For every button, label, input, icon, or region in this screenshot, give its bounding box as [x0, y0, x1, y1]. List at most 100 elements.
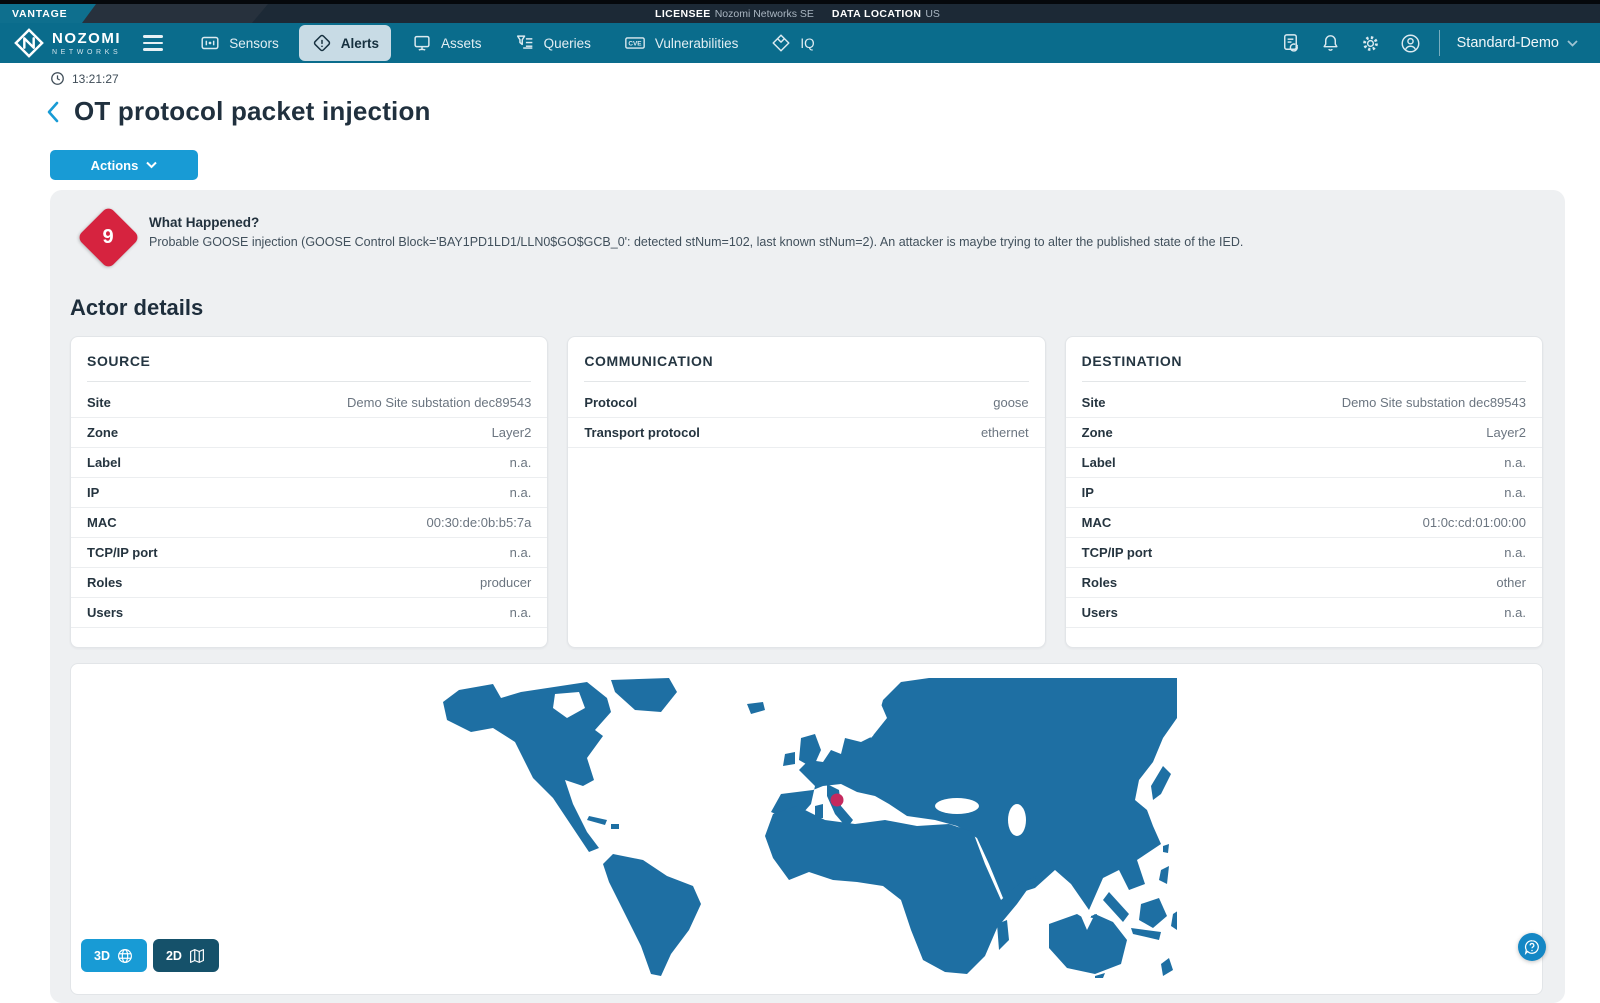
detail-row: Site Demo Site substation dec89543	[1066, 388, 1542, 418]
nav-divider	[1439, 30, 1440, 56]
queries-icon	[514, 32, 536, 54]
vantage-brand-badge: VANTAGE	[0, 4, 96, 23]
audit-report-icon[interactable]	[1279, 32, 1302, 55]
row-label: Roles	[87, 575, 122, 590]
nozomi-logo[interactable]: NOZOMI NETWORKS	[14, 28, 121, 58]
what-happened-heading: What Happened?	[149, 215, 1243, 230]
data-location: DATA LOCATION US	[832, 8, 940, 20]
iq-icon	[770, 32, 792, 54]
row-value: n.a.	[510, 485, 532, 500]
row-value: other	[1496, 575, 1526, 590]
nav-items: Sensors Alerts Assets Queries	[187, 25, 826, 61]
world-map[interactable]	[437, 678, 1177, 978]
row-value: n.a.	[1504, 605, 1526, 620]
detail-row: Zone Layer2	[71, 418, 547, 448]
row-label: IP	[87, 485, 99, 500]
row-label: Zone	[1082, 425, 1113, 440]
risk-badge: 9	[76, 205, 140, 269]
nav-label: Alerts	[341, 36, 379, 51]
nav-item-iq[interactable]: IQ	[758, 25, 826, 61]
row-label: Zone	[87, 425, 118, 440]
licensee: LICENSEENozomi Networks SE	[655, 8, 814, 20]
licensee-label: LICENSEE	[655, 8, 711, 20]
detail-row: IP n.a.	[71, 478, 547, 508]
sensors-icon	[199, 32, 221, 54]
row-value: 00:30:de:0b:b5:7a	[427, 515, 532, 530]
settings-gear-icon[interactable]	[1359, 32, 1382, 55]
what-happened-section: 9 What Happened? Probable GOOSE injectio…	[70, 205, 1543, 269]
notifications-bell-icon[interactable]	[1319, 32, 1342, 55]
detail-row: Roles producer	[71, 568, 547, 598]
alert-detail-panel: 9 What Happened? Probable GOOSE injectio…	[50, 190, 1565, 1003]
row-label: TCP/IP port	[87, 545, 158, 560]
source-card-title: SOURCE	[71, 337, 547, 381]
row-label: IP	[1082, 485, 1094, 500]
help-icon	[1522, 937, 1542, 957]
account-icon[interactable]	[1399, 32, 1422, 55]
communication-card-rows: Protocol goose Transport protocol ethern…	[568, 388, 1044, 448]
logo-line1: NOZOMI	[52, 31, 121, 46]
nav-item-vulnerabilities[interactable]: CVE Vulnerabilities	[611, 25, 751, 61]
row-label: Users	[1082, 605, 1118, 620]
detail-row: Label n.a.	[1066, 448, 1542, 478]
nav-item-sensors[interactable]: Sensors	[187, 25, 291, 61]
row-value: n.a.	[1504, 455, 1526, 470]
source-card: SOURCE Site Demo Site substation dec8954…	[70, 336, 548, 648]
assets-icon	[411, 32, 433, 54]
nav-item-queries[interactable]: Queries	[502, 25, 603, 61]
detail-row: Users n.a.	[1066, 598, 1542, 628]
nav-label: IQ	[800, 36, 814, 51]
row-label: Site	[87, 395, 111, 410]
communication-card-title: COMMUNICATION	[568, 337, 1044, 381]
row-value: n.a.	[1504, 545, 1526, 560]
clock-icon	[50, 71, 65, 86]
map-3d-button[interactable]: 3D	[81, 939, 147, 972]
actor-cards-row: SOURCE Site Demo Site substation dec8954…	[70, 336, 1543, 648]
actor-details-heading: Actor details	[70, 295, 1543, 321]
row-value: goose	[993, 395, 1028, 410]
detail-row: Zone Layer2	[1066, 418, 1542, 448]
logo-text: NOZOMI NETWORKS	[52, 31, 121, 56]
account-name: Standard-Demo	[1457, 35, 1559, 51]
actions-button[interactable]: Actions	[50, 150, 198, 180]
menu-hamburger-icon[interactable]	[143, 35, 163, 50]
back-chevron-icon[interactable]	[46, 100, 60, 124]
detail-row: TCP/IP port n.a.	[1066, 538, 1542, 568]
account-menu[interactable]: Standard-Demo	[1457, 35, 1578, 51]
nav-item-alerts[interactable]: Alerts	[299, 25, 391, 61]
row-value: Demo Site substation dec89543	[1342, 395, 1526, 410]
nav-item-assets[interactable]: Assets	[399, 25, 494, 61]
detail-row: Transport protocol ethernet	[568, 418, 1044, 448]
destination-card-title: DESTINATION	[1066, 337, 1542, 381]
what-happened-text: What Happened? Probable GOOSE injection …	[149, 205, 1243, 249]
geolocation-map-card: 3D 2D	[70, 663, 1543, 995]
divider	[87, 381, 531, 382]
cve-icon: CVE	[623, 32, 647, 54]
what-happened-description: Probable GOOSE injection (GOOSE Control …	[149, 235, 1243, 249]
chevron-down-icon	[146, 161, 157, 169]
alert-timestamp: 13:21:27	[72, 72, 119, 86]
row-label: Label	[1082, 455, 1116, 470]
detail-row: Label n.a.	[71, 448, 547, 478]
nav-label: Sensors	[229, 36, 279, 51]
page-title: OT protocol packet injection	[74, 96, 431, 127]
data-location-label: DATA LOCATION	[832, 8, 921, 20]
detail-row: TCP/IP port n.a.	[71, 538, 547, 568]
destination-card: DESTINATION Site Demo Site substation de…	[1065, 336, 1543, 648]
map-2d-label: 2D	[166, 949, 182, 963]
row-label: MAC	[87, 515, 117, 530]
source-card-rows: Site Demo Site substation dec89543 Zone …	[71, 388, 547, 628]
nozomi-logo-icon	[14, 28, 44, 58]
detail-row: Users n.a.	[71, 598, 547, 628]
data-location-value: US	[925, 8, 940, 20]
map-2d-button[interactable]: 2D	[153, 939, 219, 972]
row-label: Site	[1082, 395, 1106, 410]
nav-label: Queries	[544, 36, 591, 51]
risk-score: 9	[76, 205, 140, 269]
timestamp-row: 13:21:27	[50, 71, 119, 86]
help-button[interactable]	[1518, 933, 1546, 961]
row-value: n.a.	[1504, 485, 1526, 500]
detail-row: Site Demo Site substation dec89543	[71, 388, 547, 418]
alert-location-marker[interactable]	[830, 794, 843, 807]
navbar-right: Standard-Demo	[1279, 30, 1578, 56]
